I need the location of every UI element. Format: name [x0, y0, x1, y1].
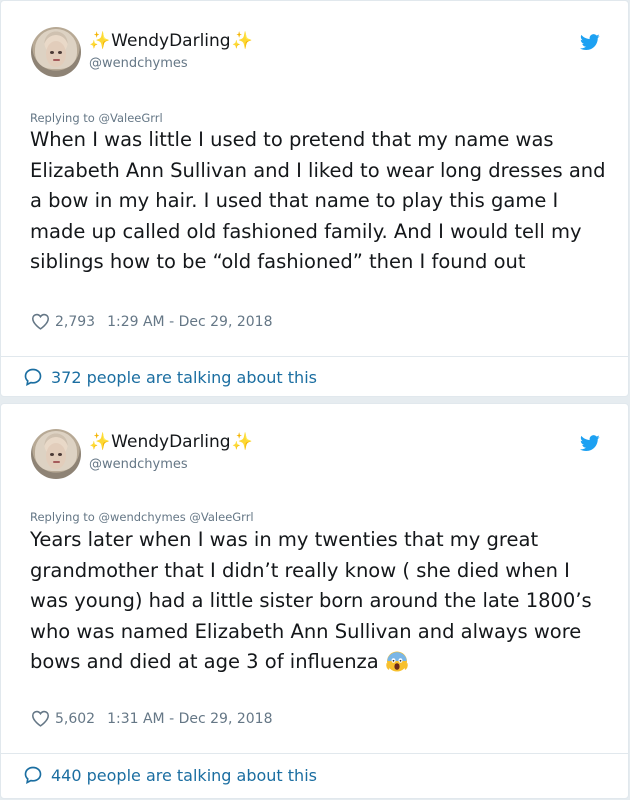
display-name[interactable]: WendyDarling [111, 31, 230, 51]
timestamp[interactable]: 1:29 AM - Dec 29, 2018 [107, 314, 272, 330]
sparkles-icon: ✨ [89, 431, 111, 452]
author-name-row[interactable]: ✨ WendyDarling ✨ [89, 432, 253, 452]
comment-bubble-icon [24, 368, 42, 387]
sparkles-icon: ✨ [89, 30, 111, 51]
divider [1, 356, 628, 357]
tweet-card-2: ✨ WendyDarling ✨ @wendchymes Replying to… [0, 403, 629, 799]
avatar[interactable] [31, 429, 81, 479]
tweet-meta: 2,793 1:29 AM - Dec 29, 2018 [31, 313, 272, 330]
replying-to[interactable]: Replying to @ValeeGrrl [30, 111, 163, 125]
talking-count-label[interactable]: 440 people are talking about this [51, 766, 317, 785]
user-handle[interactable]: @wendchymes [89, 457, 188, 472]
conversation-link[interactable]: 440 people are talking about this [23, 765, 317, 785]
avatar[interactable] [31, 27, 81, 77]
heart-icon[interactable] [31, 313, 50, 330]
tweet-text: When I was little I used to pretend that… [30, 128, 606, 274]
twitter-bird-icon[interactable] [580, 435, 600, 452]
author-name-row[interactable]: ✨ WendyDarling ✨ [89, 31, 253, 51]
comment-bubble-icon [24, 766, 42, 785]
screaming-face-emoji [386, 651, 408, 672]
sparkles-icon: ✨ [231, 30, 253, 51]
replying-to[interactable]: Replying to @wendchymes @ValeeGrrl [30, 510, 254, 524]
user-handle[interactable]: @wendchymes [89, 56, 188, 71]
tweet-card-1: ✨ WendyDarling ✨ @wendchymes Replying to… [0, 0, 629, 397]
twitter-bird-icon[interactable] [580, 34, 600, 51]
display-name[interactable]: WendyDarling [111, 432, 230, 452]
sparkles-icon: ✨ [231, 431, 253, 452]
like-count: 5,602 [55, 710, 96, 727]
talking-count-label[interactable]: 372 people are talking about this [51, 368, 317, 387]
heart-icon[interactable] [31, 710, 50, 727]
tweet-text-content: Years later when I was in my twenties th… [30, 528, 592, 674]
tweet-text: Years later when I was in my twenties th… [30, 525, 610, 678]
tweet-meta: 5,602 1:31 AM - Dec 29, 2018 [31, 710, 272, 727]
divider [1, 753, 628, 754]
timestamp[interactable]: 1:31 AM - Dec 29, 2018 [107, 711, 272, 727]
like-count: 2,793 [55, 313, 96, 330]
conversation-link[interactable]: 372 people are talking about this [23, 367, 317, 387]
